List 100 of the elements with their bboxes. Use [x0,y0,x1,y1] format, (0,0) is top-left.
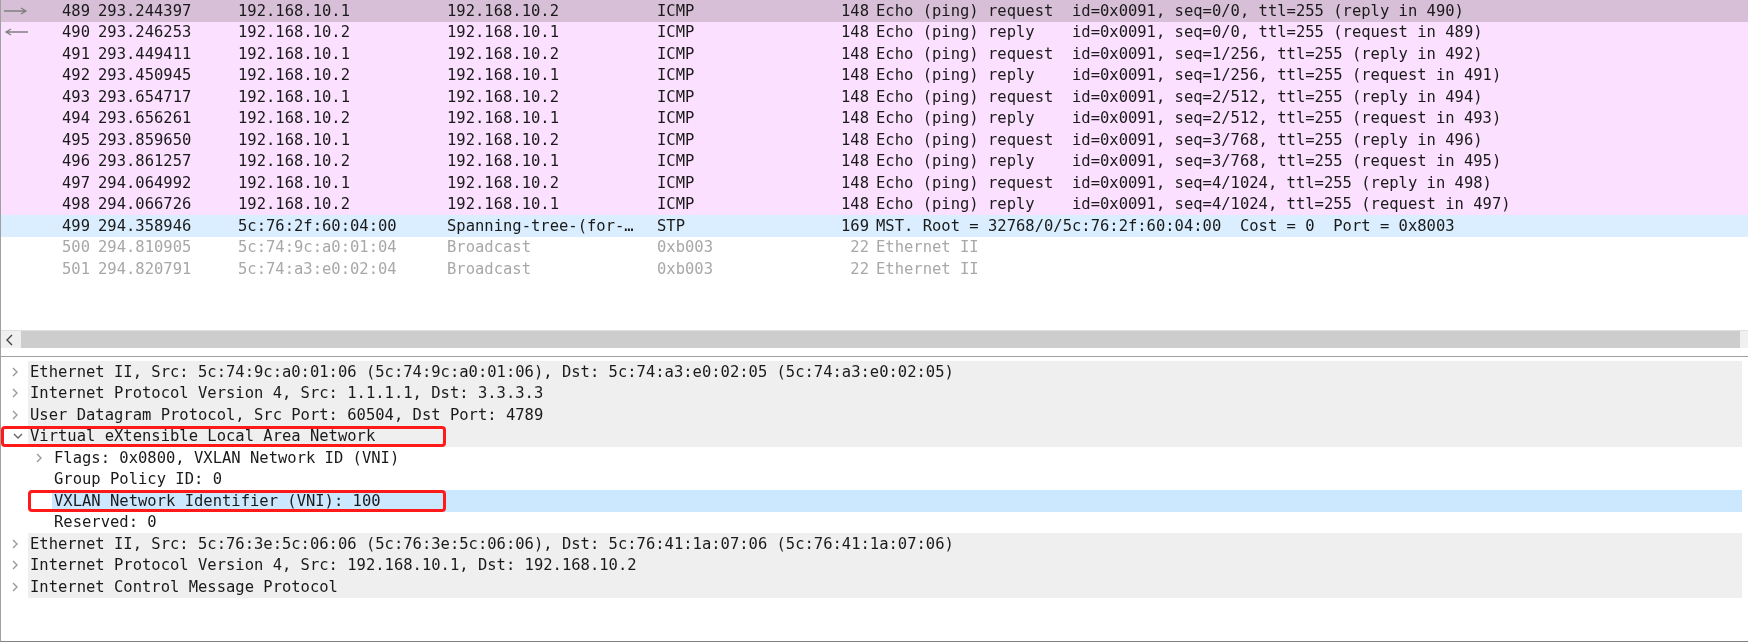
packet-source: 192.168.10.2 [238,152,351,171]
detail-field[interactable]: Reserved: 0 [52,511,1742,533]
packet-time: 293.861257 [97,152,193,171]
packet-length: 148 [840,109,869,128]
packet-protocol: ICMP [657,130,696,149]
packet-number: 496 [61,152,90,171]
packet-time: 293.449411 [97,44,193,63]
packet-source: 192.168.10.1 [238,87,351,106]
packet-source: 5c:74:9c:a0:01:04 [238,238,398,257]
packet-row[interactable]: 495 293.859650 192.168.10.1 192.168.10.2 ICMP 148 Echo (ping) request id=0x0091, seq=3/768, ttl=255 (reply in 496) [1,129,1748,151]
detail-field[interactable]: VXLAN Network Identifier (VNI): 100 [52,490,1742,512]
packet-time: 294.820791 [97,259,193,278]
packet-protocol: ICMP [657,109,696,128]
packet-row[interactable]: 494 293.656261 192.168.10.2 192.168.10.1 ICMP 148 Echo (ping) reply id=0x0091, seq=2/512, ttl=255 (request in 493) [1,107,1748,129]
detail-field[interactable]: User Datagram Protocol, Src Port: 60504, Dst Port: 4789 [28,404,1742,426]
packet-number: 500 [61,238,90,257]
packet-protocol: ICMP [657,173,696,192]
packet-info: Echo (ping) request id=0x0091, seq=0/0, ttl=255 (reply in 490) [875,1,1464,20]
packet-protocol: ICMP [657,44,696,63]
packet-destination: Broadcast [447,259,532,278]
packet-length: 148 [840,152,869,171]
detail-field[interactable]: Flags: 0x0800, VXLAN Network ID (VNI) [52,447,1742,469]
detail-field[interactable]: Ethernet II, Src: 5c:76:3e:5c:06:06 (5c:76:3e:5c:06:06), Dst: 5c:76:41:1a:07:06 (5c:76:41:1a:07:06) [28,533,1742,555]
packet-destination: 192.168.10.2 [447,44,560,63]
horizontal-scrollbar[interactable] [1,330,1748,348]
packet-length: 148 [840,66,869,85]
packet-info: Echo (ping) request id=0x0091, seq=2/512, ttl=255 (reply in 494) [875,87,1483,106]
packet-destination: 192.168.10.2 [447,1,560,20]
packet-destination: 192.168.10.1 [447,109,560,128]
packet-destination: 192.168.10.1 [447,66,560,85]
packet-time: 293.654717 [97,87,193,106]
packet-protocol: ICMP [657,1,696,20]
packet-info: MST. Root = 32768/0/5c:76:2f:60:04:00 Cost = 0 Port = 0x8003 [875,216,1455,235]
packet-time: 293.656261 [97,109,193,128]
packet-info: Echo (ping) reply id=0x0091, seq=3/768, ttl=255 (request in 495) [875,152,1502,171]
packet-source: 5c:74:a3:e0:02:04 [238,259,398,278]
packet-info: Echo (ping) reply id=0x0091, seq=4/1024, ttl=255 (request in 497) [875,195,1511,214]
packet-length: 148 [840,195,869,214]
scroll-left-icon[interactable] [5,333,15,346]
packet-length: 148 [840,44,869,63]
packet-destination: 192.168.10.1 [447,152,560,171]
packet-time: 293.859650 [97,130,193,149]
detail-field[interactable]: Ethernet II, Src: 5c:74:9c:a0:01:06 (5c:74:9c:a0:01:06), Dst: 5c:74:a3:e0:02:05 (5c:74:a3:e0:02:05) [28,361,1742,383]
packet-source: 192.168.10.2 [238,195,351,214]
packet-row[interactable]: 490 293.246253 192.168.10.2 192.168.10.1 ICMP 148 Echo (ping) reply id=0x0091, seq=0/0, ttl=255 (request in 489) [1,21,1748,43]
right-arrow-icon [4,6,28,15]
packet-length: 148 [840,87,869,106]
packet-time: 293.244397 [97,1,193,20]
packet-time: 294.064992 [97,173,193,192]
packet-number: 494 [61,109,90,128]
packet-protocol: ICMP [657,23,696,42]
packet-destination: 192.168.10.2 [447,173,560,192]
packet-protocol: 0xb003 [657,238,714,257]
packet-info: Ethernet II [875,259,979,278]
packet-row[interactable]: 496 293.861257 192.168.10.2 192.168.10.1 ICMP 148 Echo (ping) reply id=0x0091, seq=3/768, ttl=255 (request in 495) [1,150,1748,172]
packet-destination: 192.168.10.2 [447,130,560,149]
packet-length: 148 [840,23,869,42]
packet-length: 22 [849,238,869,257]
packet-destination: Spanning-tree-(for-… [447,216,635,235]
left-arrow-icon [4,28,28,37]
packet-number: 489 [61,1,90,20]
packet-time: 294.358946 [97,216,193,235]
packet-number: 493 [61,87,90,106]
packet-time: 294.810905 [97,238,193,257]
packet-info: Echo (ping) reply id=0x0091, seq=1/256, ttl=255 (request in 491) [875,66,1502,85]
packet-protocol: ICMP [657,66,696,85]
detail-field[interactable]: Internet Protocol Version 4, Src: 192.168.10.1, Dst: 192.168.10.2 [28,554,1742,576]
packet-protocol: ICMP [657,195,696,214]
packet-number: 498 [61,195,90,214]
packet-number: 497 [61,173,90,192]
packet-source: 192.168.10.2 [238,23,351,42]
packet-protocol: ICMP [657,87,696,106]
packet-info: Echo (ping) reply id=0x0091, seq=2/512, ttl=255 (request in 493) [875,109,1502,128]
packet-row[interactable]: 498 294.066726 192.168.10.2 192.168.10.1 ICMP 148 Echo (ping) reply id=0x0091, seq=4/1024, ttl=255 (request in 497) [1,193,1748,215]
packet-info: Echo (ping) request id=0x0091, seq=3/768, ttl=255 (reply in 496) [875,130,1483,149]
packet-time: 293.450945 [97,66,193,85]
packet-number: 491 [61,44,90,63]
packet-destination: 192.168.10.2 [447,87,560,106]
packet-destination: 192.168.10.1 [447,195,560,214]
packet-time: 294.066726 [97,195,193,214]
packet-row[interactable]: 497 294.064992 192.168.10.1 192.168.10.2 ICMP 148 Echo (ping) request id=0x0091, seq=4/1024, ttl=255 (reply in 498) [1,172,1748,194]
packet-source: 192.168.10.1 [238,44,351,63]
detail-field[interactable]: Internet Control Message Protocol [28,576,1742,598]
packet-row[interactable]: 489 293.244397 192.168.10.1 192.168.10.2 ICMP 148 Echo (ping) request id=0x0091, seq=0/0, ttl=255 (reply in 490) [1,0,1748,22]
packet-number: 501 [61,259,90,278]
packet-protocol: 0xb003 [657,259,714,278]
detail-field[interactable]: Internet Protocol Version 4, Src: 1.1.1.1, Dst: 3.3.3.3 [28,382,1742,404]
packet-row[interactable]: 492 293.450945 192.168.10.2 192.168.10.1 ICMP 148 Echo (ping) reply id=0x0091, seq=1/256, ttl=255 (request in 491) [1,64,1748,86]
packet-length: 148 [840,130,869,149]
packet-protocol: STP [657,216,686,235]
packet-info: Echo (ping) request id=0x0091, seq=4/1024, ttl=255 (reply in 498) [875,173,1492,192]
packet-time: 293.246253 [97,23,193,42]
packet-row[interactable]: 499 294.358946 5c:76:2f:60:04:00 Spanning-tree-(for-… STP 169 MST. Root = 32768/0/5c:76:2f:60:04:00 Cost = 0 Port = 0x8003 [1,215,1748,237]
detail-field[interactable]: Group Policy ID: 0 [52,468,1742,490]
packet-length: 148 [840,173,869,192]
packet-row[interactable]: 493 293.654717 192.168.10.1 192.168.10.2 ICMP 148 Echo (ping) request id=0x0091, seq=2/512, ttl=255 (reply in 494) [1,86,1748,108]
packet-row[interactable]: 491 293.449411 192.168.10.1 192.168.10.2 ICMP 148 Echo (ping) request id=0x0091, seq=1/256, ttl=255 (reply in 492) [1,43,1748,65]
packet-protocol: ICMP [657,152,696,171]
packet-source: 192.168.10.2 [238,66,351,85]
packet-length: 148 [840,1,869,20]
